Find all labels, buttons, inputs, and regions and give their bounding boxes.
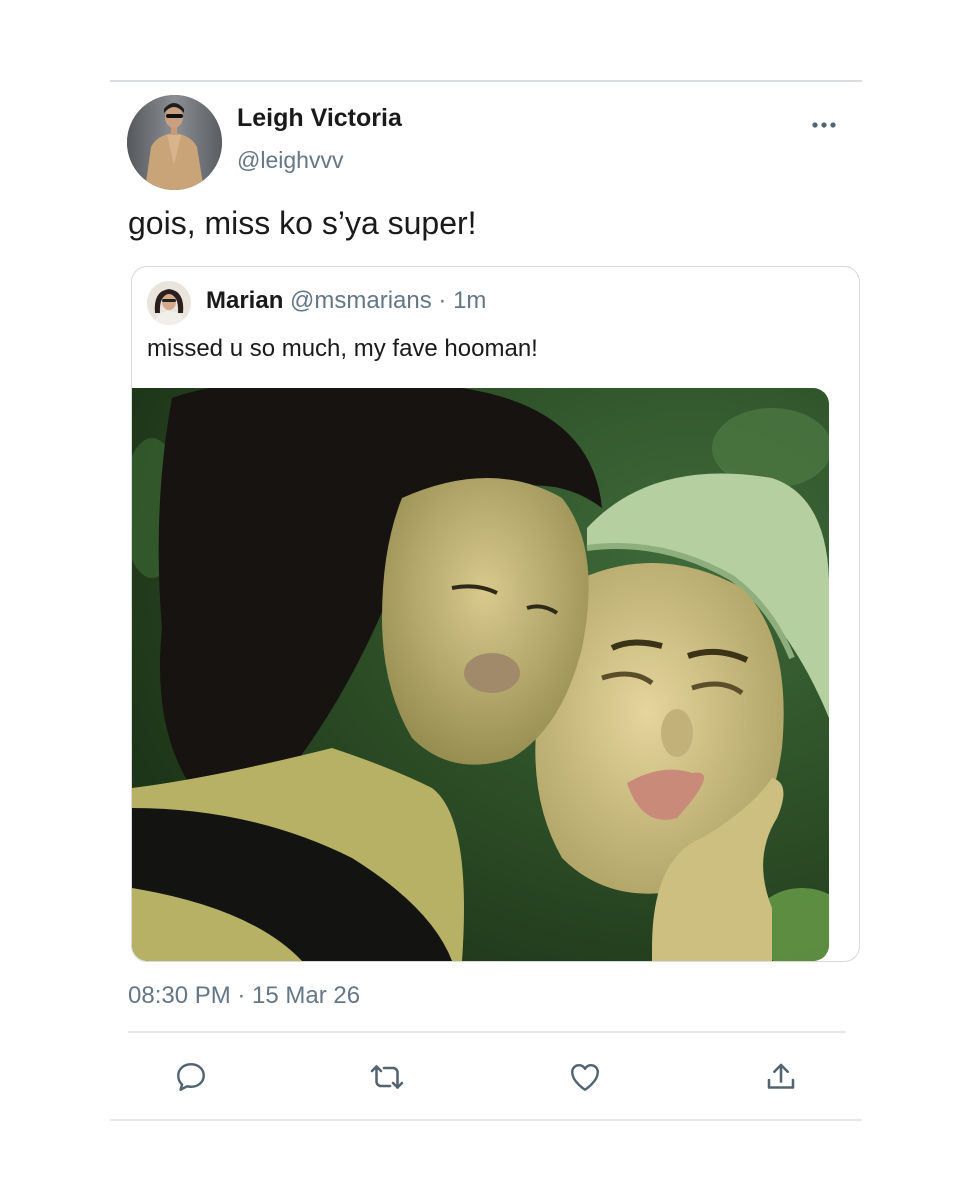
author-avatar[interactable] [127,95,222,190]
top-divider [110,80,862,82]
author-handle[interactable]: @leighvvv [237,147,343,174]
share-icon[interactable] [756,1052,806,1102]
reply-icon[interactable] [166,1052,216,1102]
tweet-actions-bar [128,1052,846,1102]
bottom-divider [110,1119,862,1121]
heart-icon[interactable] [560,1052,610,1102]
quoted-media-photo[interactable] [132,388,829,961]
actions-divider [128,1031,846,1033]
retweet-icon[interactable] [362,1052,412,1102]
tweet-timestamp[interactable]: 08:30 PM · 15 Mar 26 [128,982,360,1010]
quoted-author-name[interactable]: Marian [206,287,283,314]
quoted-text: missed u so much, my fave hooman! [147,335,538,362]
quoted-meta: @msmarians · 1m [290,287,487,314]
author-name[interactable]: Leigh Victoria [237,104,402,133]
quoted-author-avatar[interactable] [147,281,191,325]
more-horizontal-icon[interactable] [808,112,842,138]
quoted-header: Marian @msmarians · 1m [206,287,486,315]
tweet-text: gois, miss ko s’ya super! [128,205,477,241]
quoted-tweet-card[interactable]: Marian @msmarians · 1m missed u so much,… [131,266,860,962]
